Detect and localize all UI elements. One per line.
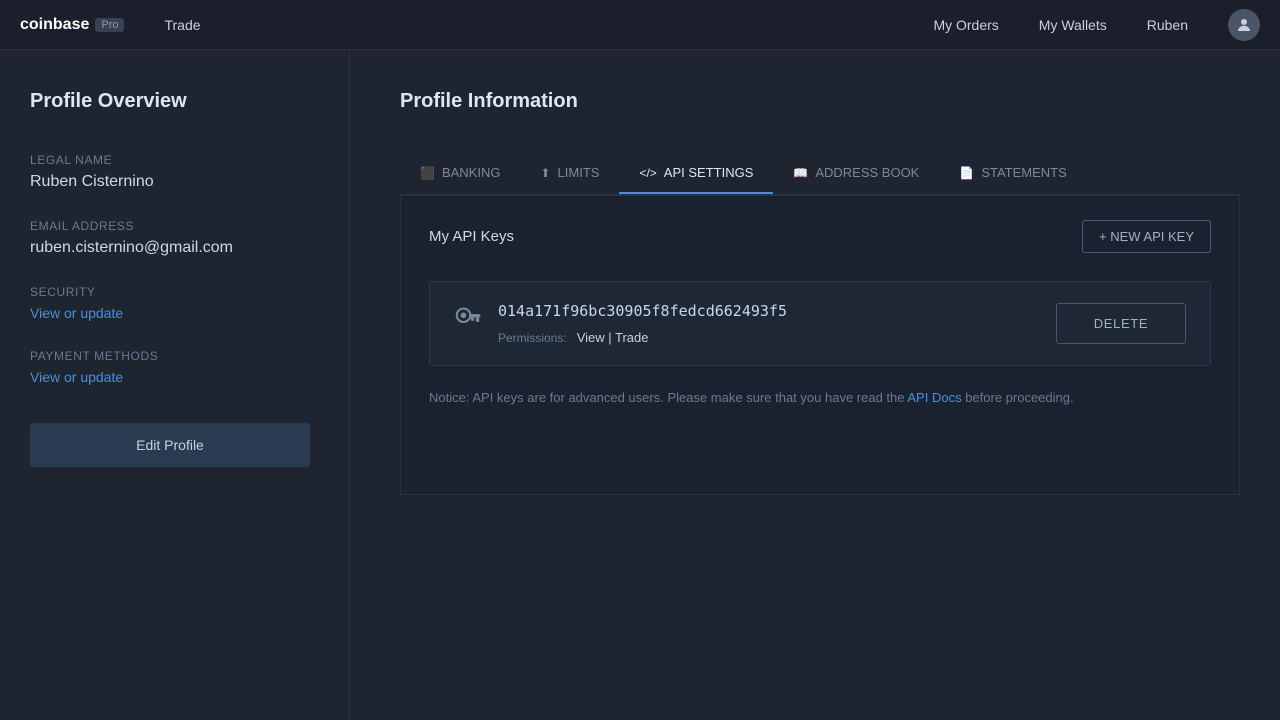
api-panel: My API Keys + NEW API KEY (400, 195, 1240, 495)
api-notice: Notice: API keys are for advanced users.… (429, 390, 1211, 405)
tab-banking-label: BANKING (442, 165, 501, 180)
security-section: Security View or update (30, 285, 319, 321)
nav-my-orders[interactable]: My Orders (933, 17, 998, 33)
api-key-info: 014a171f96bc30905f8fedcd662493f5 Permiss… (454, 302, 787, 345)
api-panel-header: My API Keys + NEW API KEY (429, 220, 1211, 253)
banking-icon: ⬛ (420, 166, 435, 180)
main-content: Profile Information ⬛ BANKING ⬆ LIMITS <… (350, 50, 1280, 720)
tab-limits[interactable]: ⬆ LIMITS (520, 153, 619, 194)
key-icon (454, 304, 482, 340)
payment-label: Payment Methods (30, 349, 319, 363)
new-api-key-button[interactable]: + NEW API KEY (1082, 220, 1211, 253)
email-value: ruben.cisternino@gmail.com (30, 239, 319, 257)
security-label: Security (30, 285, 319, 299)
tab-statements-label: STATEMENTS (981, 165, 1066, 180)
api-permissions: Permissions: View | Trade (498, 330, 787, 345)
key-icon-container (454, 302, 482, 340)
api-docs-link[interactable]: API Docs (907, 390, 961, 405)
tab-api-settings-label: API SETTINGS (664, 165, 754, 180)
edit-profile-button[interactable]: Edit Profile (30, 423, 310, 467)
brand-name: coinbase (20, 16, 89, 34)
user-avatar[interactable] (1228, 9, 1260, 41)
delete-api-key-button[interactable]: DELETE (1056, 303, 1186, 344)
tab-banking[interactable]: ⬛ BANKING (400, 153, 520, 194)
security-link[interactable]: View or update (30, 305, 319, 321)
api-keys-title: My API Keys (429, 228, 514, 245)
legal-name-label: Legal name (30, 153, 319, 167)
nav-username[interactable]: Ruben (1147, 17, 1188, 33)
user-icon (1235, 16, 1253, 34)
payment-link[interactable]: View or update (30, 369, 319, 385)
limits-icon: ⬆ (540, 166, 550, 180)
tab-api-settings[interactable]: </> API SETTINGS (619, 153, 773, 194)
tabs-bar: ⬛ BANKING ⬆ LIMITS </> API SETTINGS 📖 AD… (400, 153, 1240, 195)
main-layout: Profile Overview Legal name Ruben Cister… (0, 50, 1280, 720)
api-key-value: 014a171f96bc30905f8fedcd662493f5 (498, 302, 787, 320)
email-label: Email address (30, 219, 319, 233)
api-key-card: 014a171f96bc30905f8fedcd662493f5 Permiss… (429, 281, 1211, 366)
notice-suffix: before proceeding. (962, 390, 1074, 405)
notice-text: Notice: API keys are for advanced users.… (429, 390, 907, 405)
tab-statements[interactable]: 📄 STATEMENTS (939, 153, 1086, 194)
tab-limits-label: LIMITS (558, 165, 600, 180)
nav-trade[interactable]: Trade (164, 17, 200, 33)
pro-badge: Pro (95, 18, 124, 32)
statements-icon: 📄 (959, 166, 974, 180)
topnav: coinbase Pro Trade My Orders My Wallets … (0, 0, 1280, 50)
brand-logo[interactable]: coinbase Pro (20, 16, 124, 34)
sidebar: Profile Overview Legal name Ruben Cister… (0, 50, 350, 720)
nav-my-wallets[interactable]: My Wallets (1039, 17, 1107, 33)
legal-name-field: Legal name Ruben Cisternino (30, 153, 319, 191)
address-book-icon: 📖 (793, 166, 808, 180)
sidebar-title: Profile Overview (30, 90, 319, 113)
api-icon: </> (639, 166, 656, 180)
tab-address-book[interactable]: 📖 ADDRESS BOOK (773, 153, 939, 194)
email-field: Email address ruben.cisternino@gmail.com (30, 219, 319, 257)
payment-section: Payment Methods View or update (30, 349, 319, 385)
legal-name-value: Ruben Cisternino (30, 173, 319, 191)
permissions-value: View | Trade (577, 330, 649, 345)
tab-address-book-label: ADDRESS BOOK (815, 165, 919, 180)
topnav-right: My Orders My Wallets Ruben (933, 9, 1260, 41)
page-title: Profile Information (400, 90, 1240, 113)
permissions-label: Permissions: (498, 331, 567, 345)
api-key-details: 014a171f96bc30905f8fedcd662493f5 Permiss… (498, 302, 787, 345)
